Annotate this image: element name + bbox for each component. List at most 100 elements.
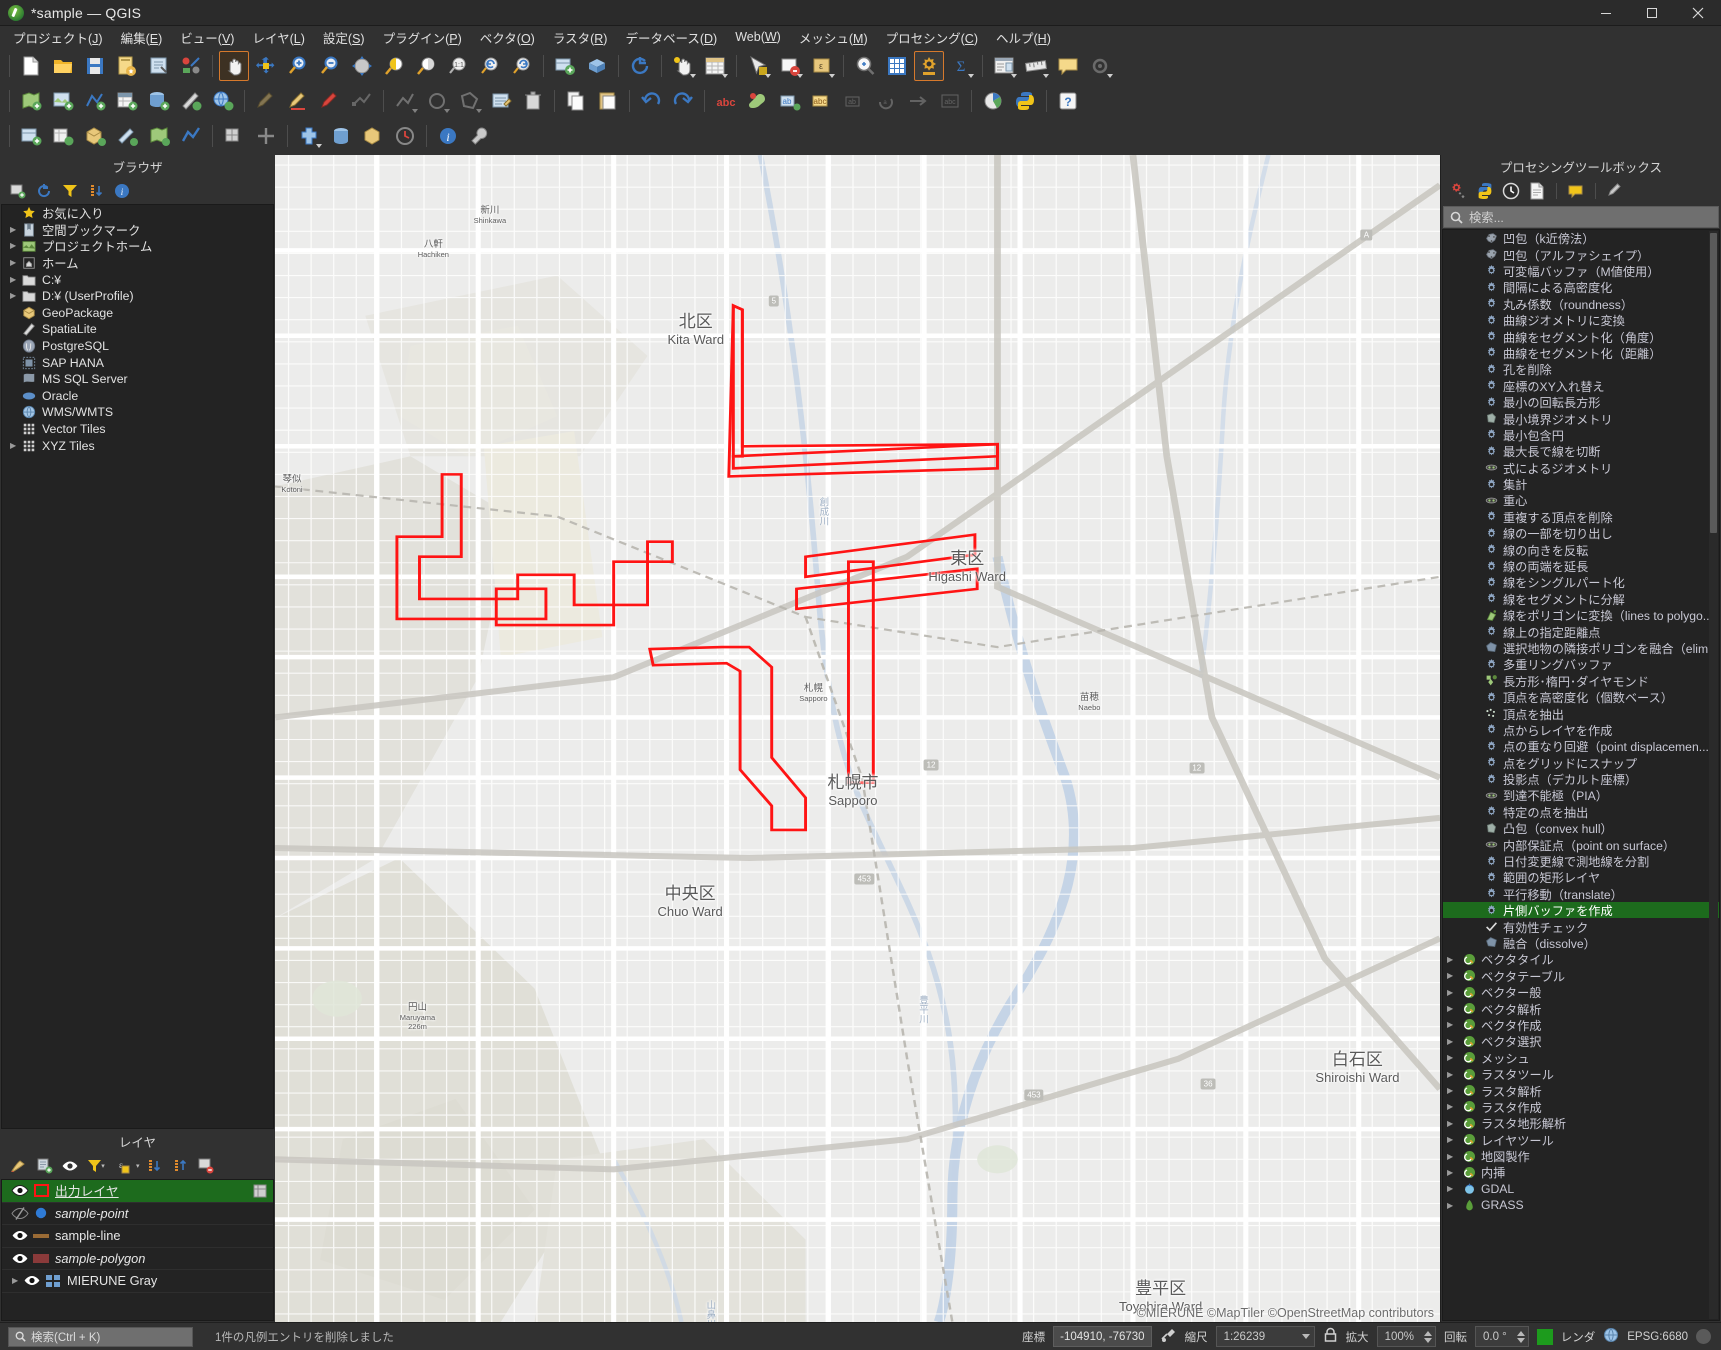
browser-item[interactable]: お気に入り bbox=[2, 205, 273, 222]
new-shapefile-button[interactable] bbox=[144, 121, 174, 151]
save-layer-edits-button[interactable] bbox=[283, 86, 313, 116]
browser-item[interactable]: ▶ プロジェクトホーム bbox=[2, 238, 273, 255]
collapse-all-icon[interactable] bbox=[84, 180, 108, 202]
layout-manager-button[interactable] bbox=[144, 51, 174, 81]
toolbox-algorithm[interactable]: 間隔による高密度化 bbox=[1443, 279, 1719, 295]
menu-item-12[interactable]: ヘルプ(H) bbox=[987, 26, 1060, 49]
layer-list-item[interactable]: sample-polygon bbox=[2, 1248, 273, 1270]
statistics-panel-button[interactable] bbox=[882, 51, 912, 81]
lock-scale-icon[interactable] bbox=[1323, 1327, 1338, 1346]
menu-item-2[interactable]: ビュー(V) bbox=[171, 26, 243, 49]
pan-to-selection-button[interactable] bbox=[251, 51, 281, 81]
toolbox-group[interactable]: ▶ ラスタ解析 bbox=[1443, 1082, 1719, 1099]
toolbox-algorithm[interactable]: 丸み係数（roundness） bbox=[1443, 296, 1719, 312]
browser-item[interactable]: SAP HANA bbox=[2, 354, 273, 371]
menu-item-0[interactable]: プロジェクト(J) bbox=[4, 26, 112, 49]
toolbox-group[interactable]: ▶ ラスタ地形解析 bbox=[1443, 1115, 1719, 1131]
modify-attributes-button[interactable] bbox=[486, 86, 516, 116]
toolbox-algorithm[interactable]: 最小の回転長方形 bbox=[1443, 394, 1719, 410]
zoom-full-button[interactable] bbox=[347, 51, 377, 81]
select-features-button[interactable] bbox=[743, 51, 773, 81]
toolbox-algorithm[interactable]: 点からレイヤを作成 bbox=[1443, 722, 1719, 738]
add-delimited-text-button[interactable] bbox=[48, 121, 78, 151]
settings-tool-button[interactable] bbox=[465, 121, 495, 151]
help-button[interactable]: ? bbox=[1053, 86, 1083, 116]
toolbox-algorithm[interactable]: 融合（dissolve） bbox=[1443, 935, 1719, 951]
layout-print-button[interactable] bbox=[989, 51, 1019, 81]
refresh-icon[interactable] bbox=[32, 180, 56, 202]
toolbox-group[interactable]: ▶ ベクタ作成 bbox=[1443, 1017, 1719, 1033]
undo-button[interactable] bbox=[636, 86, 666, 116]
expand-arrow-icon[interactable]: ▶ bbox=[1447, 1201, 1457, 1210]
filter-legend-icon[interactable]: ▾ bbox=[84, 1155, 108, 1177]
add-delimited-text-layer-button[interactable] bbox=[112, 86, 142, 116]
toolbox-algorithm[interactable]: 日付変更線で測地線を分割 bbox=[1443, 853, 1719, 869]
open-attribute-table-button[interactable] bbox=[700, 51, 730, 81]
remove-layer-icon[interactable] bbox=[194, 1155, 218, 1177]
locator-search-input[interactable]: 検索(Ctrl + K) bbox=[8, 1326, 193, 1347]
options-icon[interactable] bbox=[1603, 180, 1627, 202]
python-console-button[interactable] bbox=[1010, 86, 1040, 116]
add-spatialite-layer-button[interactable] bbox=[176, 86, 206, 116]
expand-arrow-icon[interactable]: ▶ bbox=[1447, 1102, 1457, 1111]
browser-tree[interactable]: お気に入り ▶ 空間ブックマーク ▶ プロジェクトホーム ▶ ホーム ▶ C:¥ ▶ D:¥ (Us… bbox=[1, 204, 274, 1129]
toolbox-group[interactable]: ▶ GDAL bbox=[1443, 1181, 1719, 1197]
toolbox-algorithm[interactable]: 曲線ジオメトリに変換 bbox=[1443, 312, 1719, 328]
toolbox-group[interactable]: ▶ ベクタタイル bbox=[1443, 951, 1719, 967]
plugin-manager-button[interactable] bbox=[294, 121, 324, 151]
options-button[interactable] bbox=[1085, 51, 1115, 81]
move-label-button[interactable]: ab bbox=[839, 86, 869, 116]
browser-item[interactable]: ▶ XYZ Tiles bbox=[2, 437, 273, 454]
browser-item[interactable]: GeoPackage bbox=[2, 305, 273, 322]
magnifier-spinner[interactable]: 100% bbox=[1376, 1326, 1436, 1347]
expand-arrow-icon[interactable]: ▶ bbox=[1447, 1020, 1457, 1029]
add-feature-button[interactable] bbox=[315, 86, 345, 116]
add-vector-layer-button[interactable] bbox=[16, 86, 46, 116]
expand-arrow-icon[interactable]: ▶ bbox=[8, 225, 20, 234]
identify-features-button[interactable] bbox=[668, 51, 698, 81]
browser-item[interactable]: PostgreSQL bbox=[2, 338, 273, 355]
add-raster-layer-button[interactable] bbox=[48, 86, 78, 116]
toolbox-algorithm[interactable]: 凹包（k近傍法） bbox=[1443, 230, 1719, 246]
toolbox-algorithm[interactable]: 線の向きを反転 bbox=[1443, 541, 1719, 558]
menu-item-9[interactable]: Web(W) bbox=[726, 28, 790, 46]
toolbox-algorithm[interactable]: 線の両端を延長 bbox=[1443, 558, 1719, 574]
layer-list-item[interactable]: sample-point bbox=[2, 1203, 273, 1225]
expand-arrow-icon[interactable]: ▶ bbox=[1447, 1070, 1457, 1079]
coordinate-value[interactable]: -104910, -76730 bbox=[1053, 1326, 1152, 1347]
offline-editing-button[interactable] bbox=[390, 121, 420, 151]
log-icon[interactable] bbox=[1525, 180, 1549, 202]
browser-item[interactable]: ▶ C:¥ bbox=[2, 271, 273, 288]
toolbox-group[interactable]: ▶ ベクター般 bbox=[1443, 984, 1719, 1000]
toolbox-algorithm[interactable]: 線をシングルパート化 bbox=[1443, 574, 1719, 590]
toolbox-algorithm[interactable]: 範囲の矩形レイヤ bbox=[1443, 869, 1719, 885]
geopackage-tool-button[interactable] bbox=[358, 121, 388, 151]
browser-item[interactable]: Vector Tiles bbox=[2, 421, 273, 438]
toolbox-algorithm[interactable]: 片側バッファを作成 bbox=[1443, 902, 1719, 919]
refresh-map-button[interactable] bbox=[625, 51, 655, 81]
expand-arrow-icon[interactable]: ▶ bbox=[1447, 1004, 1457, 1013]
new-virtual-layer-button[interactable] bbox=[176, 121, 206, 151]
expand-arrow-icon[interactable]: ▶ bbox=[8, 242, 20, 250]
expand-arrow-icon[interactable]: ▶ bbox=[8, 259, 20, 267]
menu-item-8[interactable]: データベース(D) bbox=[616, 26, 726, 49]
browser-item[interactable]: ▶ D:¥ (UserProfile) bbox=[2, 288, 273, 305]
style-manager-button[interactable] bbox=[176, 51, 206, 81]
pan-map-button[interactable] bbox=[219, 50, 249, 81]
db-manager-button[interactable] bbox=[326, 121, 356, 151]
processing-toolbox-list[interactable]: 凹包（k近傍法） 凹包（アルファシェイプ） 可変幅バッファ（M値使用） 間隔による高密… bbox=[1442, 229, 1720, 1321]
add-wms-layer-button[interactable] bbox=[208, 86, 238, 116]
map-canvas[interactable]: 北区 Kita Ward 東区 Higashi Ward 中央区 Chuo Ward 白石区… bbox=[275, 155, 1440, 1322]
toggle-coordinate-extent-icon[interactable] bbox=[1160, 1327, 1177, 1347]
browser-item[interactable]: SpatiaLite bbox=[2, 321, 273, 338]
toolbox-group[interactable]: ▶ ベクタ選択 bbox=[1443, 1033, 1719, 1049]
toolbox-algorithm[interactable]: 孔を削除 bbox=[1443, 361, 1719, 377]
layer-styling-button[interactable] bbox=[743, 86, 773, 116]
add-mesh-layer-button[interactable] bbox=[80, 86, 110, 116]
zoom-last-button[interactable] bbox=[475, 51, 505, 81]
menu-item-4[interactable]: 設定(S) bbox=[314, 26, 374, 49]
toolbox-algorithm[interactable]: 重複する頂点を削除 bbox=[1443, 509, 1719, 525]
expand-arrow-icon[interactable]: ▶ bbox=[8, 441, 20, 450]
expand-arrow-icon[interactable]: ▶ bbox=[8, 292, 20, 300]
browser-item[interactable]: WMS/WMTS bbox=[2, 404, 273, 421]
